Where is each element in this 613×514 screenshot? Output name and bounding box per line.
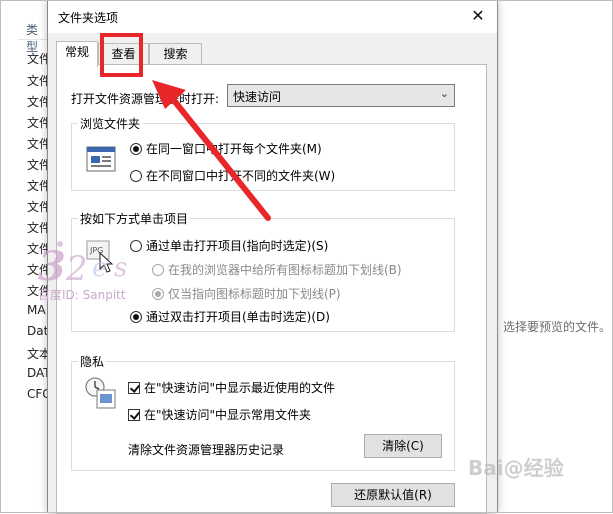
watermark-logo-icon: 3 2 e s [30,236,140,291]
watermark-id-text: 百度ID: Sanpitt [38,288,126,302]
svg-text:3: 3 [38,243,66,288]
tab-general[interactable]: 常规 [56,41,98,67]
svg-text:2: 2 [65,249,88,288]
svg-text:s: s [114,253,127,283]
svg-text:e: e [92,253,107,283]
baidu-watermark: Bai@经验 [468,456,564,480]
